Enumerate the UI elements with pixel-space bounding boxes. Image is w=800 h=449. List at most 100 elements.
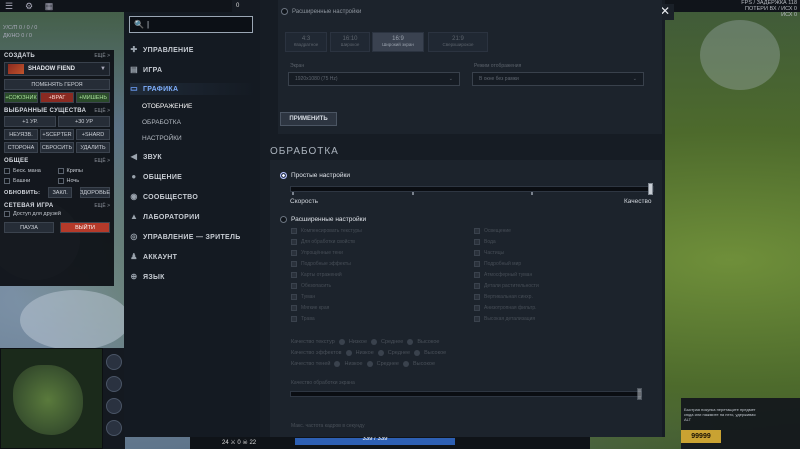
menu-icon[interactable]: ☰: [4, 1, 14, 11]
nav-label: ЛАБОРАТОРИИ: [143, 213, 200, 221]
nav-controls[interactable]: ✚ УПРАВЛЕНИЕ: [130, 44, 256, 56]
nav-spectator[interactable]: ◎ УПРАВЛЕНИЕ — ЗРИТЕЛЬ: [130, 231, 256, 243]
aspect-4-3[interactable]: 4:3 Квадратное: [285, 32, 327, 52]
subnav-settings[interactable]: НАСТРОЙКИ: [142, 135, 182, 142]
subnav-display[interactable]: ОТОБРАЖЕНИЕ: [142, 103, 192, 110]
add-enemy-button[interactable]: +ВРАГ: [40, 92, 74, 103]
create-more-link[interactable]: ЕЩЁ >: [94, 53, 110, 59]
render-quality-slider[interactable]: [290, 391, 642, 397]
adv-option[interactable]: Для обработки свойств: [291, 239, 355, 245]
add-dummy-button[interactable]: +МИШЕНЬ: [76, 92, 110, 103]
radio-button[interactable]: [345, 350, 352, 356]
adv-option[interactable]: Вода: [474, 239, 496, 245]
adv-option[interactable]: Подробные эффекты: [291, 261, 351, 267]
friends-access-checkbox[interactable]: Доступ для друзей: [4, 209, 110, 218]
refresh-cooldowns-button[interactable]: ЗАКЛ.: [48, 187, 73, 198]
adv-option[interactable]: Освещение: [474, 228, 511, 234]
invulnerable-button[interactable]: НЕУЯЗВ.: [4, 129, 38, 140]
aspect-16-10[interactable]: 16:10 Широкое: [330, 32, 370, 52]
replace-hero-button[interactable]: ПОМЕНЯТЬ ГЕРОЯ: [4, 79, 110, 90]
nav-labs[interactable]: ▲ ЛАБОРАТОРИИ: [130, 211, 256, 223]
nav-graphics[interactable]: ▭ ГРАФИКА: [130, 83, 256, 95]
nav-account[interactable]: ♟ АККАУНТ: [130, 251, 256, 263]
adv-option[interactable]: Обезопасить: [291, 283, 331, 289]
free-mana-checkbox[interactable]: Беск. мана: [4, 166, 57, 175]
adv-option[interactable]: Подробный мир: [474, 261, 521, 267]
courier-icon[interactable]: [106, 398, 122, 414]
network-more-link[interactable]: ЕЩЁ >: [94, 203, 110, 209]
checkbox-box: [291, 283, 297, 289]
minimap[interactable]: [0, 348, 103, 449]
nav-label: ЯЗЫК: [143, 273, 165, 281]
adv-option[interactable]: Карты отражений: [291, 272, 342, 278]
adv-option[interactable]: Компенсировать текстуры: [291, 228, 362, 234]
adv-option[interactable]: Туман: [291, 294, 315, 300]
glyph-icon[interactable]: [106, 354, 122, 370]
reset-button[interactable]: СБРОСИТЬ: [40, 142, 74, 153]
level-up-button[interactable]: +1 УР.: [4, 116, 56, 127]
creeps-checkbox[interactable]: Крипы: [57, 166, 111, 175]
deaths-value: 0: [237, 440, 241, 446]
add-ally-button[interactable]: +СОЮЗНИК: [4, 92, 38, 103]
nav-chat[interactable]: ● ОБЩЕНИЕ: [130, 171, 256, 183]
checkbox-box: [474, 294, 480, 300]
subnav-rendering[interactable]: ОБРАБОТКА: [142, 119, 181, 126]
radio-button[interactable]: [334, 361, 341, 367]
aspect-21-9[interactable]: 21:9 Сверхширокое: [428, 32, 488, 52]
gold-counter[interactable]: 99999: [681, 430, 721, 443]
shard-button[interactable]: +SHARD: [76, 129, 110, 140]
radio-button[interactable]: [338, 339, 345, 345]
chevron-down-icon: ⌄: [632, 76, 637, 82]
nav-community[interactable]: ◉ СООБЩЕСТВО: [130, 191, 256, 203]
radio-button[interactable]: [366, 361, 373, 367]
opt-mid: Среднее: [381, 339, 404, 345]
adv-label: Атмосферный туман: [484, 272, 533, 278]
nav-game[interactable]: ▤ ИГРА: [130, 64, 256, 76]
night-checkbox[interactable]: Ночь: [57, 176, 111, 185]
radio-button[interactable]: [377, 350, 384, 356]
display-mode-dropdown[interactable]: В окне без рамки ⌄: [472, 72, 644, 86]
quality-slider[interactable]: [290, 186, 654, 192]
create-heading: СОЗДАТЬ: [4, 53, 35, 59]
simple-settings-radio[interactable]: [280, 172, 287, 179]
remove-button[interactable]: УДАЛИТЬ: [76, 142, 110, 153]
adv-option[interactable]: Упрощённые тени: [291, 250, 343, 256]
general-more-link[interactable]: ЕЩЁ >: [94, 158, 110, 164]
adv-option[interactable]: Частицы: [474, 250, 504, 256]
settings-icon[interactable]: [106, 420, 122, 436]
adv-option[interactable]: Мягкие края: [291, 305, 329, 311]
quit-button[interactable]: ВЫЙТИ: [60, 222, 110, 233]
team-button[interactable]: СТОРОНА: [4, 142, 38, 153]
aspect-16-9[interactable]: 16:9 Широкий экран: [372, 32, 424, 52]
towers-checkbox[interactable]: Башни: [4, 176, 57, 185]
slider-thumb[interactable]: [637, 388, 642, 400]
level-30-button[interactable]: +30 УР: [58, 116, 110, 127]
radio-button[interactable]: [407, 339, 414, 345]
adv-option[interactable]: Трава: [291, 316, 315, 322]
scepter-button[interactable]: +SCEPTER: [40, 129, 74, 140]
scoreboard-icon[interactable]: ▦: [44, 1, 54, 11]
radio-button[interactable]: [371, 339, 378, 345]
pause-button[interactable]: ПАУЗА: [4, 222, 54, 233]
advanced-display-option[interactable]: Расширенные настройки: [281, 8, 361, 15]
adv-option[interactable]: Вертикальная синхр.: [474, 294, 533, 300]
selected-more-link[interactable]: ЕЩЁ >: [94, 108, 110, 114]
scan-icon[interactable]: [106, 376, 122, 392]
advanced-settings-radio[interactable]: [280, 216, 287, 223]
settings-search-input[interactable]: 🔍 |: [129, 16, 253, 33]
resolution-dropdown[interactable]: 1920x1080 (75 Hz) ⌄: [288, 72, 460, 86]
nav-sound[interactable]: ◀ ЗВУК: [130, 151, 256, 163]
apply-button[interactable]: ПРИМЕНИТЬ: [280, 112, 337, 126]
slider-thumb[interactable]: [648, 183, 653, 195]
adv-option[interactable]: Анизотропная фильтр.: [474, 305, 537, 311]
adv-option[interactable]: Детали растительности: [474, 283, 539, 289]
hero-dropdown[interactable]: SHADOW FIEND ▼: [4, 62, 110, 76]
radio-button[interactable]: [402, 361, 409, 367]
adv-option[interactable]: Атмосферный туман: [474, 272, 532, 278]
refresh-health-button[interactable]: ЗДОРОВЬЕ: [80, 187, 110, 198]
adv-label: Карты отражений: [301, 272, 342, 278]
adv-option[interactable]: Высокая детализация: [474, 316, 535, 322]
nav-language[interactable]: ⊕ ЯЗЫК: [130, 271, 256, 283]
gear-icon[interactable]: ⚙: [24, 1, 34, 11]
radio-button[interactable]: [414, 350, 421, 356]
